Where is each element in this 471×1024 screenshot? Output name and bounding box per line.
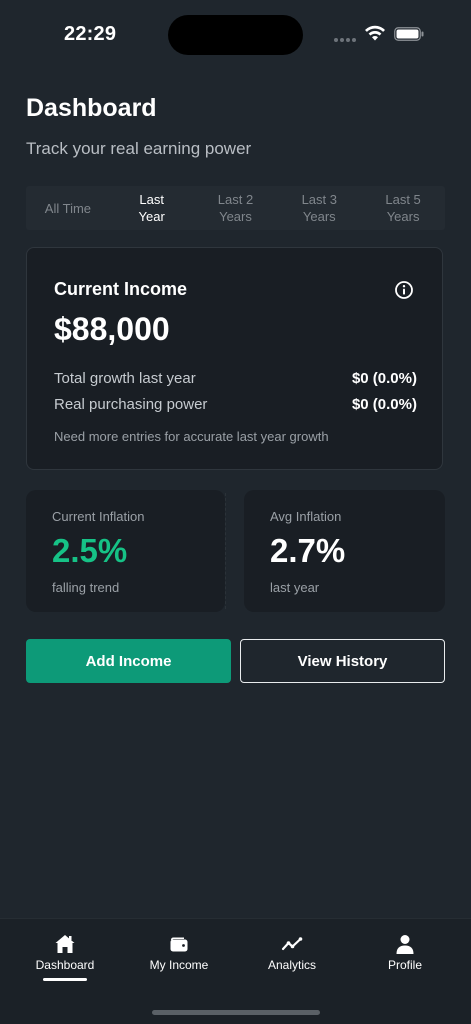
wallet-icon	[170, 937, 188, 952]
cellular-signal-icon	[334, 38, 356, 42]
dashboard-screen: 22:29 Dashboard Track your real earning …	[0, 0, 471, 1024]
bottom-tab-bar: Dashboard My Income Analytics Profile	[0, 918, 471, 1024]
current-income-card: Current Income $88,000 Total growth last…	[26, 247, 443, 470]
current-inflation-trend: falling trend	[52, 580, 120, 595]
nav-my-income[interactable]: My Income	[129, 933, 229, 972]
avg-inflation-value: 2.7%	[270, 532, 346, 569]
card-title: Current Income	[54, 279, 188, 299]
page-title: Dashboard	[26, 94, 157, 122]
view-history-button[interactable]: View History	[240, 639, 445, 683]
avg-inflation-card: Avg Inflation 2.7% last year	[244, 490, 445, 612]
tab-all-time[interactable]: All Time	[26, 186, 110, 230]
trend-icon	[281, 937, 303, 951]
purchasing-power-row: Real purchasing power $0 (0.0%)	[54, 396, 417, 413]
stat-divider	[225, 493, 226, 609]
tab-last-2-years[interactable]: Last 2 Years	[194, 186, 278, 230]
info-icon[interactable]	[394, 280, 414, 300]
growth-label: Total growth last year	[54, 370, 196, 387]
income-amount: $88,000	[54, 311, 170, 347]
add-income-button[interactable]: Add Income	[26, 639, 231, 683]
status-bar: 22:29	[0, 0, 471, 70]
current-inflation-card: Current Inflation 2.5% falling trend	[26, 490, 225, 612]
nav-dashboard[interactable]: Dashboard	[15, 933, 115, 981]
growth-note: Need more entries for accurate last year…	[54, 429, 329, 444]
page-subtitle: Track your real earning power	[26, 139, 252, 158]
person-icon	[396, 935, 414, 954]
status-time: 22:29	[64, 23, 117, 45]
nav-profile-label: Profile	[387, 958, 422, 972]
current-inflation-label: Current Inflation	[52, 509, 145, 524]
dynamic-island	[168, 15, 303, 55]
growth-row: Total growth last year $0 (0.0%)	[54, 370, 417, 387]
avg-inflation-period: last year	[270, 580, 320, 595]
tab-last-3-years[interactable]: Last 3 Years	[277, 186, 361, 230]
wifi-icon	[365, 25, 385, 41]
nav-my-income-label: My Income	[149, 958, 209, 972]
current-inflation-value: 2.5%	[52, 532, 128, 569]
nav-dashboard-label: Dashboard	[35, 958, 95, 972]
purchasing-power-value: $0 (0.0%)	[351, 396, 417, 413]
nav-analytics-label: Analytics	[267, 958, 317, 972]
nav-profile[interactable]: Profile	[355, 933, 455, 972]
battery-icon	[394, 27, 424, 41]
home-icon	[55, 935, 75, 953]
active-indicator	[43, 978, 87, 981]
nav-analytics[interactable]: Analytics	[242, 933, 342, 972]
tab-last-5-years[interactable]: Last 5 Years	[361, 186, 445, 230]
growth-value: $0 (0.0%)	[351, 370, 417, 387]
home-indicator	[152, 1010, 320, 1015]
tab-last-year[interactable]: Last Year	[110, 186, 194, 230]
period-tabs: All Time Last Year Last 2 Years Last 3 Y…	[26, 186, 445, 230]
purchasing-power-label: Real purchasing power	[54, 396, 208, 413]
avg-inflation-label: Avg Inflation	[270, 509, 342, 524]
